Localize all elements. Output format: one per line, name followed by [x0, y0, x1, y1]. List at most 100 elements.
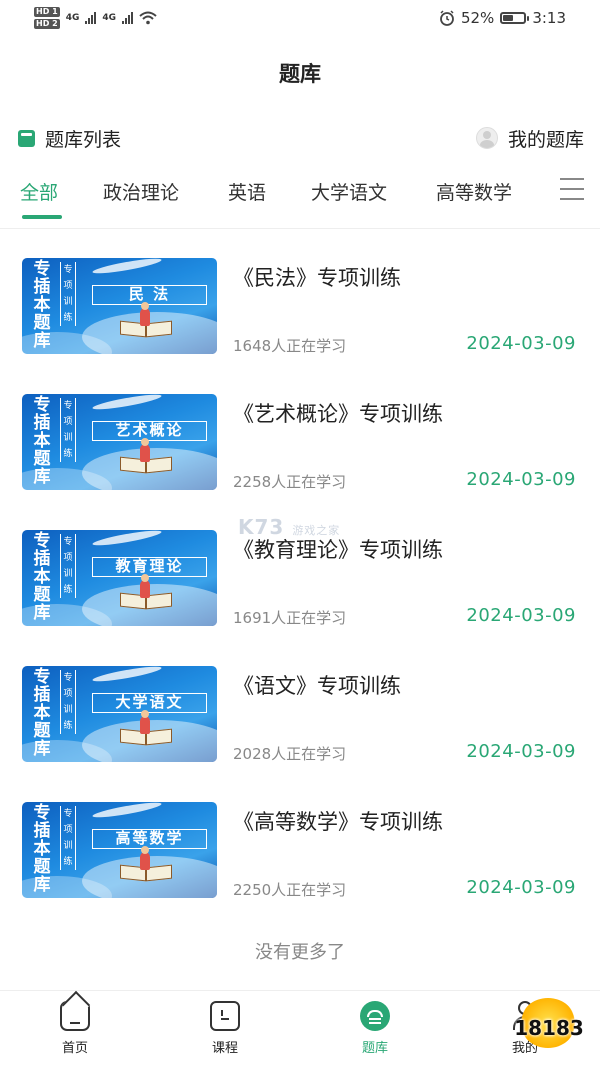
- clock: 3:13: [532, 9, 566, 27]
- nav-question-bank[interactable]: 题库: [335, 1001, 415, 1056]
- item-date: 2024-03-09: [466, 877, 576, 898]
- alarm-icon: [440, 10, 454, 26]
- no-more-text: 没有更多了: [255, 942, 345, 963]
- thumbnail-vertical-title: 专插本题库: [33, 395, 51, 487]
- child-figure: [140, 438, 150, 462]
- k73-watermark: K73 游戏之家: [238, 515, 340, 539]
- course-thumbnail: 专插本题库专项训练教育理论: [22, 530, 217, 626]
- question-bank-list-label: 题库列表: [45, 128, 122, 151]
- menu-icon[interactable]: [560, 178, 584, 200]
- child-figure: [140, 302, 150, 326]
- child-figure: [140, 574, 150, 598]
- book-illustration: [120, 438, 172, 474]
- thumbnail-vertical-title: 专插本题库: [33, 531, 51, 623]
- item-date: 2024-03-09: [466, 333, 576, 354]
- wifi-icon: [139, 11, 157, 25]
- my-question-bank-label: 我的题库: [507, 128, 584, 151]
- thumbnail-vertical-title: 专插本题库: [33, 803, 51, 895]
- list-item[interactable]: 专插本题库专项训练大学语文 《语文》专项训练 2028人正在学习 2024-03-09: [0, 644, 600, 780]
- tab-college-chinese[interactable]: 大学语文: [311, 178, 387, 205]
- avatar-icon: [475, 127, 498, 149]
- home-icon: [60, 1001, 90, 1031]
- course-thumbnail: 专插本题库专项训练高等数学: [22, 802, 217, 898]
- item-title: 《高等数学》专项训练: [233, 810, 443, 834]
- book-illustration: [120, 710, 172, 746]
- 18183-watermark-text: 18183: [514, 1016, 584, 1040]
- question-bank-icon: [360, 1001, 390, 1031]
- course-icon: [210, 1001, 240, 1031]
- list-item[interactable]: 专插本题库专项训练高等数学 《高等数学》专项训练 2250人正在学习 2024-03-…: [0, 780, 600, 916]
- learner-count: 2250人正在学习: [233, 881, 347, 899]
- nav-question-bank-label: 题库: [361, 1041, 388, 1056]
- course-thumbnail: 专插本题库专项训练民 法: [22, 258, 217, 354]
- course-thumbnail: 专插本题库专项训练艺术概论: [22, 394, 217, 490]
- thumbnail-vertical-title: 专插本题库: [33, 259, 51, 351]
- book-illustration: [120, 302, 172, 338]
- thumbnail-vertical-subtitle: 专项训练: [60, 670, 76, 734]
- tab-advanced-math[interactable]: 高等数学: [436, 178, 512, 205]
- k73-watermark-subtext: 游戏之家: [292, 524, 341, 537]
- battery-icon: [500, 12, 530, 24]
- thumbnail-vertical-title: 专插本题库: [33, 667, 51, 759]
- signal-icon: [85, 12, 97, 24]
- sim2-badge: HD 2: [34, 19, 60, 29]
- k73-watermark-text: K73: [238, 515, 285, 539]
- item-date: 2024-03-09: [466, 469, 576, 490]
- battery-percent: 52%: [460, 9, 495, 27]
- tab-all[interactable]: 全部: [20, 178, 58, 205]
- question-bank-list-heading: 题库列表: [18, 125, 121, 152]
- learner-count: 2028人正在学习: [233, 745, 347, 763]
- subheader: 题库列表 我的题库: [18, 124, 584, 152]
- status-bar-left: HD 1 HD 2 4G 4G: [34, 6, 157, 30]
- nav-course-label: 课程: [211, 1041, 238, 1056]
- nav-home-label: 首页: [61, 1041, 88, 1056]
- active-tab-indicator: [22, 215, 62, 219]
- signal-icon: [122, 12, 133, 24]
- list-item[interactable]: 专插本题库专项训练民 法《民法》专项训练 1648人正在学习 2024-03-09: [0, 236, 600, 372]
- thumbnail-vertical-subtitle: 专项训练: [60, 398, 76, 462]
- bird-decoration: [91, 666, 163, 685]
- network-type-1: 4G: [65, 13, 80, 23]
- thumbnail-vertical-subtitle: 专项训练: [60, 534, 76, 598]
- status-bar-right: 52% 3:13: [439, 9, 566, 27]
- item-date: 2024-03-09: [466, 605, 576, 626]
- battery-fill: [503, 15, 514, 21]
- item-title: 《民法》专项训练: [233, 266, 401, 290]
- thumbnail-subject-label: 民 法: [92, 285, 207, 305]
- list-item[interactable]: 专插本题库专项训练艺术概论 《艺术概论》专项训练 2258人正在学习 2024-03-…: [0, 372, 600, 508]
- thumbnail-subject-label: 大学语文: [92, 693, 207, 713]
- item-date: 2024-03-09: [466, 741, 576, 762]
- child-figure: [140, 710, 150, 734]
- book-icon: [18, 129, 35, 147]
- status-bar: HD 1 HD 2 4G 4G 52% 3:13: [0, 0, 600, 36]
- child-figure: [140, 846, 150, 870]
- category-tabs: 全部 政治理论 英语 大学语文 高等数学: [0, 168, 600, 229]
- learner-count: 1691人正在学习: [233, 609, 347, 627]
- network-type-2: 4G: [102, 13, 116, 23]
- thumbnail-vertical-subtitle: 专项训练: [60, 806, 76, 870]
- nav-course[interactable]: 课程: [185, 1001, 265, 1056]
- thumbnail-vertical-subtitle: 专项训练: [60, 262, 76, 326]
- learner-count: 1648人正在学习: [233, 337, 347, 355]
- tab-politics[interactable]: 政治理论: [103, 178, 179, 205]
- item-title: 《艺术概论》专项训练: [233, 402, 443, 426]
- thumbnail-subject-label: 高等数学: [92, 829, 207, 849]
- item-title: 《语文》专项训练: [233, 674, 401, 698]
- 18183-watermark: 18183: [512, 996, 586, 1054]
- sim-indicators: HD 1 HD 2: [34, 6, 60, 30]
- sim1-badge: HD 1: [34, 7, 60, 17]
- thumbnail-subject-label: 艺术概论: [92, 421, 207, 441]
- bird-decoration: [91, 394, 163, 413]
- course-thumbnail: 专插本题库专项训练大学语文: [22, 666, 217, 762]
- tab-english[interactable]: 英语: [228, 178, 266, 205]
- learner-count: 2258人正在学习: [233, 473, 347, 491]
- book-illustration: [120, 846, 172, 882]
- my-question-bank-button[interactable]: 我的题库: [475, 125, 584, 152]
- bird-decoration: [91, 530, 163, 549]
- nav-home[interactable]: 首页: [35, 1001, 115, 1056]
- page-title: 题库: [279, 62, 321, 86]
- bottom-nav: 首页 课程 题库 我的: [0, 990, 600, 1068]
- bird-decoration: [91, 258, 163, 277]
- thumbnail-subject-label: 教育理论: [92, 557, 207, 577]
- book-illustration: [120, 574, 172, 610]
